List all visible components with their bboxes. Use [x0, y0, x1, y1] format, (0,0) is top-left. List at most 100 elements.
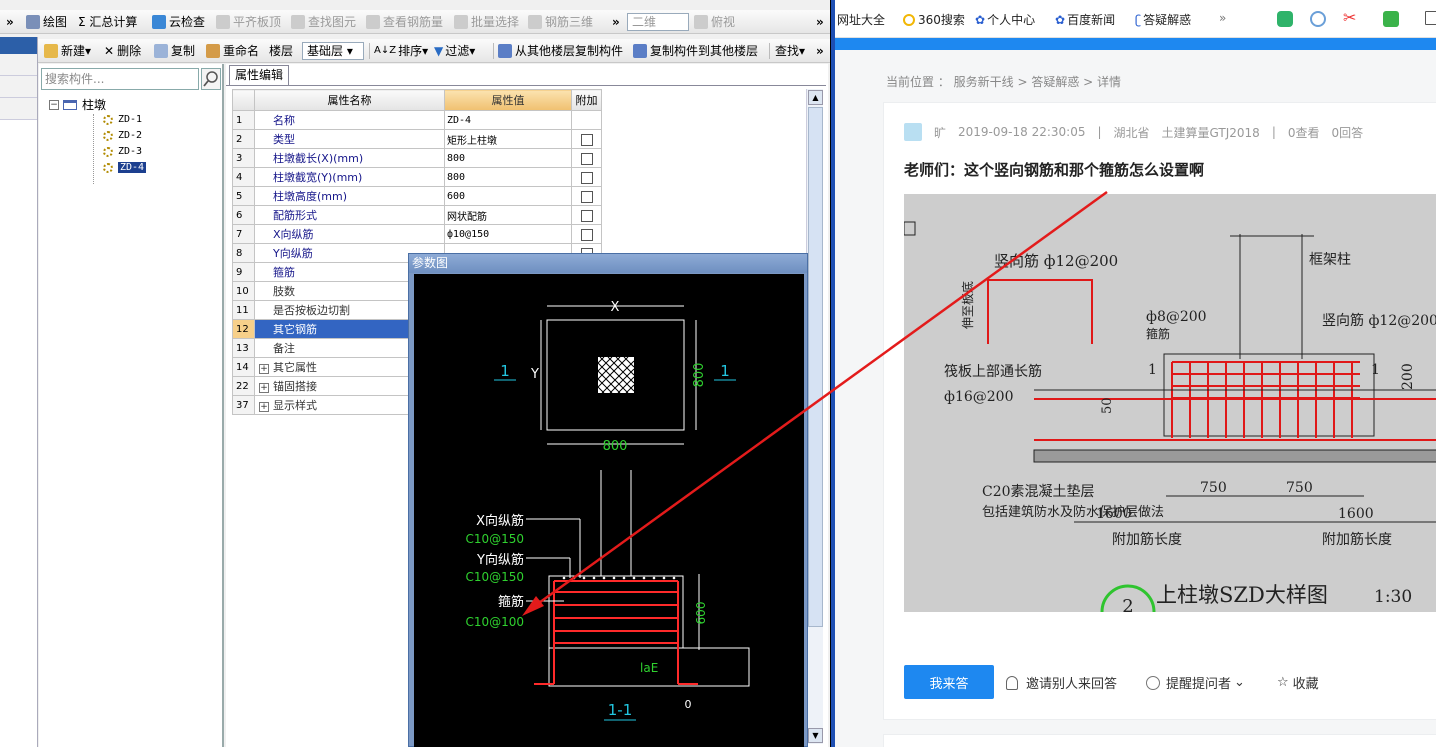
delete-button[interactable]: ✕ 删除: [104, 42, 141, 60]
row-number: 37: [232, 395, 255, 415]
view-mode-select[interactable]: 二维: [627, 13, 689, 31]
extra-checkbox[interactable]: [580, 171, 593, 184]
copy-to-floor-button[interactable]: 复制构件到其他楼层: [633, 42, 758, 60]
property-value[interactable]: ф10@150: [444, 224, 572, 244]
parameter-diagram-window: 参数图 X Y 800 800 1 1 600 laE 0 1-1 X向纵筋 C…: [408, 253, 808, 747]
view-rebar-button[interactable]: 查看钢筋量: [366, 13, 443, 31]
property-scrollbar[interactable]: ▲ ▼: [806, 89, 823, 744]
detail-number: 2: [1122, 596, 1133, 612]
copy-button[interactable]: 复制: [154, 42, 195, 60]
author-name[interactable]: 旷: [934, 124, 946, 141]
toolbar1-more[interactable]: »: [612, 13, 620, 31]
expand-icon[interactable]: +: [259, 383, 269, 393]
component-search-input[interactable]: 搜索构件...: [41, 68, 199, 90]
col-num-header: [232, 89, 255, 111]
floor-select[interactable]: 基础层 ▾: [302, 42, 364, 60]
copy-from-floor-button[interactable]: 从其他楼层复制构件: [498, 42, 623, 60]
property-name: 类型: [254, 129, 445, 149]
question-attachment-image[interactable]: 竖向筋 ф12@200 伸至板底 框架柱 ф8@200 箍筋 竖向筋 ф12@2…: [904, 194, 1436, 612]
tab-property-edit[interactable]: 属性编辑: [229, 65, 290, 85]
translate-icon[interactable]: [1383, 11, 1402, 27]
filter-button[interactable]: ▼ 过滤 ▾: [434, 42, 475, 60]
table-row[interactable]: 2 类型 矩形上柱墩: [232, 129, 602, 149]
tree-item-selected[interactable]: ZD-4: [103, 162, 147, 173]
property-value[interactable]: 600: [444, 186, 572, 206]
breadcrumb[interactable]: 当前位置 ： 服务新干线 > 答疑解惑 > 详情: [886, 73, 1121, 90]
extra-checkbox[interactable]: [580, 209, 593, 222]
table-row[interactable]: 6 配筋形式 网状配筋: [232, 205, 602, 225]
scroll-up-icon[interactable]: ▲: [808, 90, 823, 105]
toolbar2-more[interactable]: »: [816, 42, 824, 60]
avatar[interactable]: [904, 123, 922, 141]
extension-green-icon[interactable]: [1277, 11, 1296, 27]
col-name-header[interactable]: 属性名称: [254, 89, 445, 111]
sort-button[interactable]: A↓Z 排序 ▾: [374, 42, 428, 60]
drawing-scale: 1:30: [1374, 587, 1412, 607]
extra-checkbox[interactable]: [580, 228, 593, 241]
menu-icon[interactable]: [1425, 11, 1436, 25]
extra-checkbox[interactable]: [580, 133, 593, 146]
property-value[interactable]: 800: [444, 148, 572, 168]
bookmark-item[interactable]: 360搜索: [903, 11, 965, 28]
summary-calc-button[interactable]: Σ 汇总计算: [78, 13, 137, 31]
remind-button[interactable]: 提醒提问者 ⌄: [1146, 673, 1245, 692]
search-button[interactable]: [201, 68, 221, 90]
scroll-down-icon[interactable]: ▼: [808, 728, 823, 743]
align-slab-top-button[interactable]: 平齐板顶: [216, 13, 281, 31]
bookmark-item[interactable]: ʗ 答疑解惑: [1135, 11, 1191, 28]
person-icon: [1006, 675, 1018, 690]
rename-icon: [206, 44, 220, 58]
cloud-check-button[interactable]: 云检查: [152, 13, 205, 31]
tree-item[interactable]: ZD-3: [103, 146, 142, 157]
bookmark-item[interactable]: ✿ 个人中心: [975, 11, 1035, 28]
dock-row[interactable]: [0, 76, 37, 98]
lae-label: laE: [640, 661, 658, 675]
find-element-button[interactable]: 查找图元: [291, 13, 356, 31]
scroll-thumb[interactable]: [808, 107, 823, 627]
property-value[interactable]: 矩形上柱墩: [444, 129, 572, 149]
new-button[interactable]: 新建 ▾: [44, 42, 91, 60]
col-extra-header[interactable]: 附加: [571, 89, 602, 111]
table-row[interactable]: 4 柱墩截宽(Y)(mm) 800: [232, 167, 602, 187]
answer-button[interactable]: 我来答: [904, 665, 994, 699]
favorite-button[interactable]: ☆ 收藏: [1277, 673, 1319, 692]
tree-root-node[interactable]: − 柱墩: [49, 96, 106, 113]
view-direction-button[interactable]: 俯视: [694, 13, 735, 31]
expand-icon[interactable]: +: [259, 402, 269, 412]
bookmark-more[interactable]: »: [1219, 11, 1226, 25]
invite-button[interactable]: 邀请别人来回答: [1006, 673, 1117, 692]
find-button[interactable]: 查找 ▾: [775, 42, 805, 60]
dock-row[interactable]: [0, 98, 37, 120]
draw-icon: [26, 15, 40, 29]
toolbar1-more-right[interactable]: »: [816, 13, 824, 31]
toolbar-overflow-left[interactable]: »: [6, 13, 14, 31]
bookmark-item[interactable]: ✿ 百度新闻: [1055, 11, 1115, 28]
property-value[interactable]: 800: [444, 167, 572, 187]
tree-item[interactable]: ZD-2: [103, 130, 142, 141]
table-row[interactable]: 7 X向纵筋 ф10@150: [232, 224, 602, 244]
col-value-header[interactable]: 属性值: [444, 89, 572, 111]
table-row[interactable]: 1 名称 ZD-4: [232, 110, 602, 130]
info-icon: [1146, 675, 1160, 690]
expand-icon[interactable]: +: [259, 364, 269, 374]
batch-select-button[interactable]: 批量选择: [454, 13, 519, 31]
3d-icon: [528, 15, 542, 29]
scissors-icon[interactable]: ✂: [1343, 8, 1356, 27]
extra-checkbox[interactable]: [580, 190, 593, 203]
paw-icon: ✿: [1055, 12, 1066, 27]
table-row[interactable]: 3 柱墩截长(X)(mm) 800: [232, 148, 602, 168]
draw-button[interactable]: 绘图: [26, 13, 67, 31]
property-value[interactable]: 网状配筋: [444, 205, 572, 225]
tree-item[interactable]: ZD-1: [103, 114, 142, 125]
bookmark-item[interactable]: 网址大全: [837, 11, 885, 28]
table-row[interactable]: 5 柱墩高度(mm) 600: [232, 186, 602, 206]
dock-row[interactable]: [0, 54, 37, 76]
extension-minus-icon[interactable]: [1310, 11, 1329, 27]
collapse-icon[interactable]: −: [49, 99, 59, 110]
extra-checkbox[interactable]: [580, 152, 593, 165]
property-value[interactable]: ZD-4: [444, 110, 572, 130]
rename-button[interactable]: 重命名: [206, 42, 259, 60]
rebar-3d-button[interactable]: 钢筋三维: [528, 13, 593, 31]
post-date: 2019-09-18 22:30:05: [958, 125, 1086, 139]
diagram-title[interactable]: 参数图: [409, 254, 807, 273]
